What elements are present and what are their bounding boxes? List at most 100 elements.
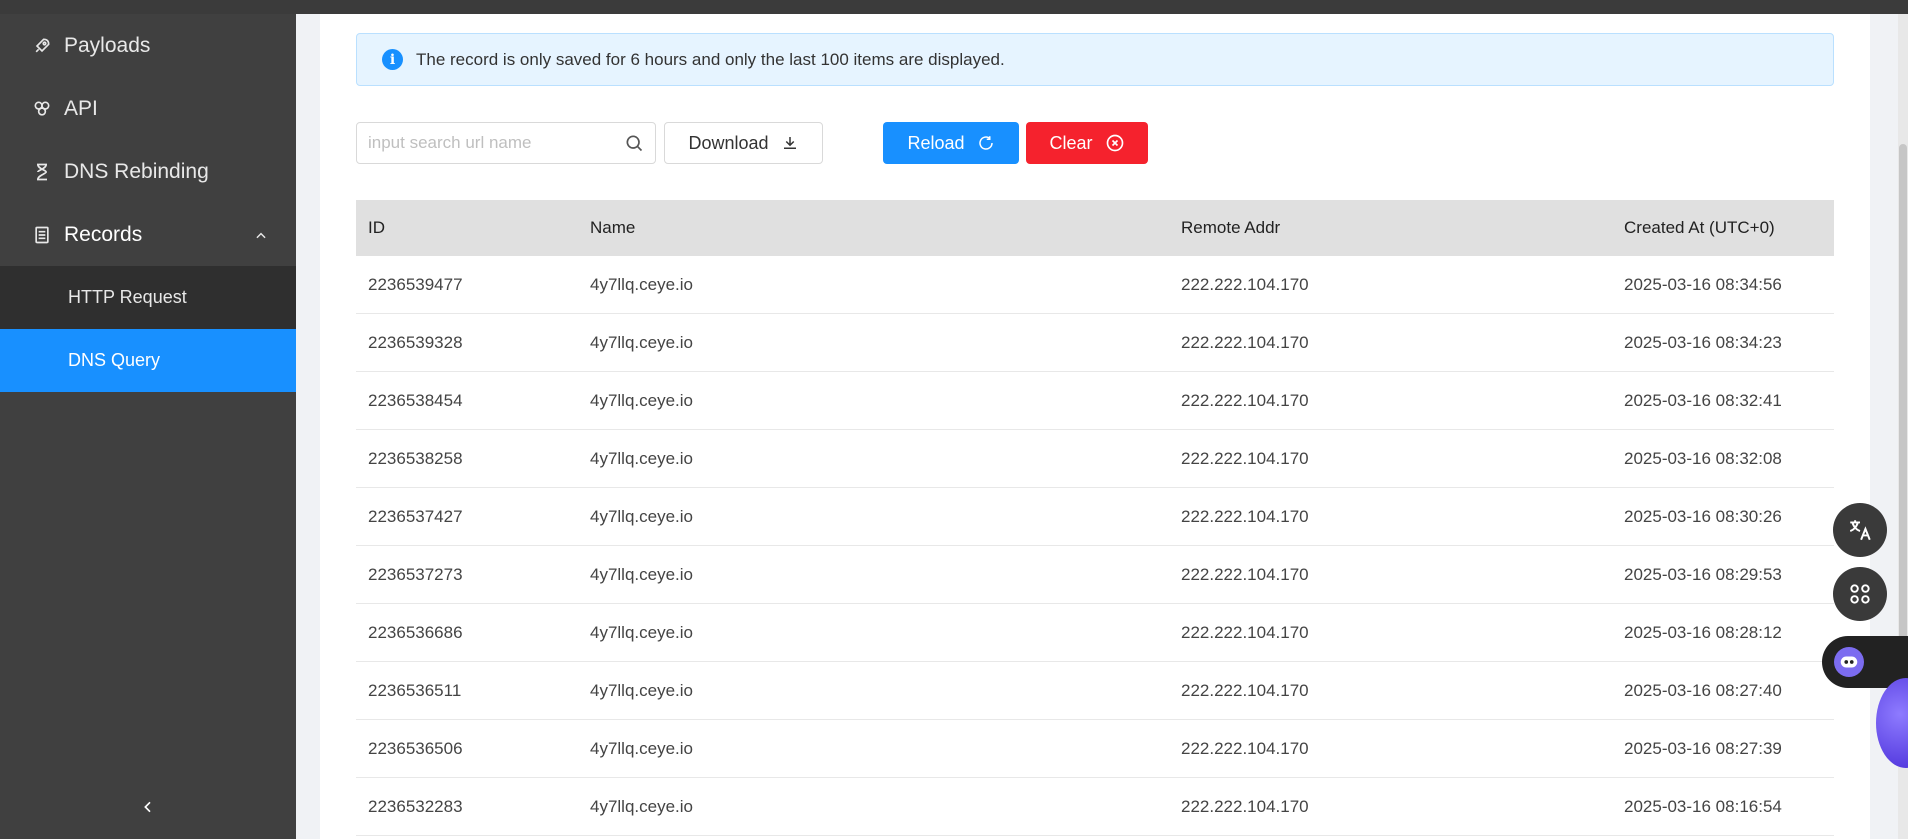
search-box bbox=[356, 122, 656, 164]
cell-created-at: 2025-03-16 08:32:08 bbox=[1624, 448, 1782, 468]
cell-name: 4y7llq.ceye.io bbox=[590, 738, 694, 758]
clear-button[interactable]: Clear bbox=[1026, 122, 1148, 164]
cell-remote-addr: 222.222.104.170 bbox=[1181, 738, 1309, 758]
sidebar-item-payloads[interactable]: Payloads bbox=[0, 14, 296, 77]
cell-remote-addr: 222.222.104.170 bbox=[1181, 796, 1309, 816]
search-icon[interactable] bbox=[624, 133, 644, 153]
sidebar-item-dns-rebinding[interactable]: DNS Rebinding bbox=[0, 140, 296, 203]
cell-id: 2236532283 bbox=[368, 796, 463, 816]
cell-remote-addr: 222.222.104.170 bbox=[1181, 274, 1309, 294]
download-label: Download bbox=[688, 132, 769, 153]
chevron-left-icon bbox=[144, 801, 151, 813]
sidebar-item-label: Records bbox=[64, 222, 143, 246]
close-circle-icon bbox=[1105, 133, 1125, 153]
reload-label: Reload bbox=[907, 132, 965, 153]
sidebar-item-label: Payloads bbox=[64, 33, 151, 57]
cell-name: 4y7llq.ceye.io bbox=[590, 390, 694, 410]
cell-remote-addr: 222.222.104.170 bbox=[1181, 622, 1309, 642]
column-header-created-at: Created At (UTC+0) bbox=[1624, 218, 1775, 237]
cell-remote-addr: 222.222.104.170 bbox=[1181, 448, 1309, 468]
reload-button[interactable]: Reload bbox=[883, 122, 1019, 164]
chevron-up-icon bbox=[254, 225, 268, 249]
sidebar-item-records[interactable]: Records bbox=[0, 203, 296, 266]
cell-created-at: 2025-03-16 08:16:54 bbox=[1624, 796, 1782, 816]
cell-created-at: 2025-03-16 08:30:26 bbox=[1624, 506, 1782, 526]
table-row: 2236536686 4y7llq.ceye.io 222.222.104.170 2… bbox=[356, 604, 1834, 662]
sidebar-subitem-label: DNS Query bbox=[68, 350, 161, 370]
table-row: 2236539328 4y7llq.ceye.io 222.222.104.170 2… bbox=[356, 314, 1834, 372]
translate-icon bbox=[1849, 520, 1871, 541]
apps-button[interactable] bbox=[1833, 567, 1887, 621]
grid-icon bbox=[1850, 584, 1870, 604]
table-row: 2236538258 4y7llq.ceye.io 222.222.104.170 2… bbox=[356, 430, 1834, 488]
cell-id: 2236536506 bbox=[368, 738, 463, 758]
table-row: 2236539477 4y7llq.ceye.io 222.222.104.170 2… bbox=[356, 256, 1834, 314]
cell-remote-addr: 222.222.104.170 bbox=[1181, 564, 1309, 584]
table-header: ID Name Remote Addr Created At (UTC+0) bbox=[356, 200, 1834, 256]
hourglass-icon bbox=[30, 160, 54, 184]
column-header-name: Name bbox=[590, 218, 636, 237]
download-icon bbox=[781, 134, 799, 152]
info-alert: i The record is only saved for 6 hours a… bbox=[356, 33, 1834, 86]
download-button[interactable]: Download bbox=[664, 122, 823, 164]
cell-id: 2236539328 bbox=[368, 332, 463, 352]
cell-name: 4y7llq.ceye.io bbox=[590, 564, 694, 584]
table-row: 2236532283 4y7llq.ceye.io 222.222.104.170 2… bbox=[356, 778, 1834, 836]
translate-button[interactable] bbox=[1833, 503, 1887, 557]
scrollbar-thumb[interactable] bbox=[1899, 144, 1907, 684]
clear-label: Clear bbox=[1049, 132, 1093, 153]
cell-remote-addr: 222.222.104.170 bbox=[1181, 506, 1309, 526]
cell-remote-addr: 222.222.104.170 bbox=[1181, 390, 1309, 410]
cell-id: 2236536511 bbox=[368, 680, 462, 700]
cell-id: 2236538258 bbox=[368, 448, 463, 468]
table-row: 2236537273 4y7llq.ceye.io 222.222.104.170 2… bbox=[356, 546, 1834, 604]
records-table: ID Name Remote Addr Created At (UTC+0) 2… bbox=[356, 200, 1834, 836]
table-row: 2236536511 4y7llq.ceye.io 222.222.104.170 2… bbox=[356, 662, 1834, 720]
reload-icon bbox=[977, 134, 995, 152]
cell-id: 2236539477 bbox=[368, 274, 463, 294]
cell-created-at: 2025-03-16 08:27:39 bbox=[1624, 738, 1782, 758]
table-row: 2236537427 4y7llq.ceye.io 222.222.104.170 2… bbox=[356, 488, 1834, 546]
sidebar: Payloads API DNS Rebinding Records HTTP … bbox=[0, 14, 296, 839]
cell-created-at: 2025-03-16 08:34:56 bbox=[1624, 274, 1782, 294]
main-content: i The record is only saved for 6 hours a… bbox=[320, 14, 1870, 839]
cell-id: 2236537427 bbox=[368, 506, 463, 526]
cell-name: 4y7llq.ceye.io bbox=[590, 448, 694, 468]
sidebar-subitem-dns-query[interactable]: DNS Query bbox=[0, 329, 296, 392]
column-header-remote-addr: Remote Addr bbox=[1181, 218, 1281, 237]
table-row: 2236536506 4y7llq.ceye.io 222.222.104.170 2… bbox=[356, 720, 1834, 778]
sidebar-item-api[interactable]: API bbox=[0, 77, 296, 140]
search-input[interactable] bbox=[368, 133, 624, 153]
cell-created-at: 2025-03-16 08:32:41 bbox=[1624, 390, 1782, 410]
cell-name: 4y7llq.ceye.io bbox=[590, 680, 694, 700]
collapse-sidebar-button[interactable] bbox=[136, 795, 160, 819]
robot-icon bbox=[1834, 647, 1864, 677]
cell-name: 4y7llq.ceye.io bbox=[590, 332, 694, 352]
cell-name: 4y7llq.ceye.io bbox=[590, 796, 694, 816]
browser-top-bar bbox=[0, 0, 1908, 14]
cell-id: 2236536686 bbox=[368, 622, 463, 642]
cell-id: 2236537273 bbox=[368, 564, 463, 584]
table-row: 2236538454 4y7llq.ceye.io 222.222.104.170 2… bbox=[356, 372, 1834, 430]
cell-created-at: 2025-03-16 08:28:12 bbox=[1624, 622, 1782, 642]
cell-id: 2236538454 bbox=[368, 390, 463, 410]
cell-name: 4y7llq.ceye.io bbox=[590, 506, 694, 526]
sidebar-subitem-http-request[interactable]: HTTP Request bbox=[0, 266, 296, 329]
rocket-icon bbox=[30, 34, 54, 58]
cell-created-at: 2025-03-16 08:34:23 bbox=[1624, 332, 1782, 352]
sidebar-item-label: API bbox=[64, 96, 98, 120]
api-icon bbox=[30, 97, 54, 121]
sidebar-subitem-label: HTTP Request bbox=[68, 287, 187, 307]
cell-name: 4y7llq.ceye.io bbox=[590, 274, 694, 294]
cell-name: 4y7llq.ceye.io bbox=[590, 622, 694, 642]
column-header-id: ID bbox=[368, 218, 385, 237]
cell-remote-addr: 222.222.104.170 bbox=[1181, 680, 1309, 700]
server-icon bbox=[30, 223, 54, 247]
sidebar-item-label: DNS Rebinding bbox=[64, 159, 209, 183]
info-icon: i bbox=[382, 49, 403, 70]
alert-text: The record is only saved for 6 hours and… bbox=[416, 49, 1005, 69]
assistant-orb-icon[interactable] bbox=[1876, 678, 1908, 768]
cell-remote-addr: 222.222.104.170 bbox=[1181, 332, 1309, 352]
cell-created-at: 2025-03-16 08:29:53 bbox=[1624, 564, 1782, 584]
cell-created-at: 2025-03-16 08:27:40 bbox=[1624, 680, 1782, 700]
